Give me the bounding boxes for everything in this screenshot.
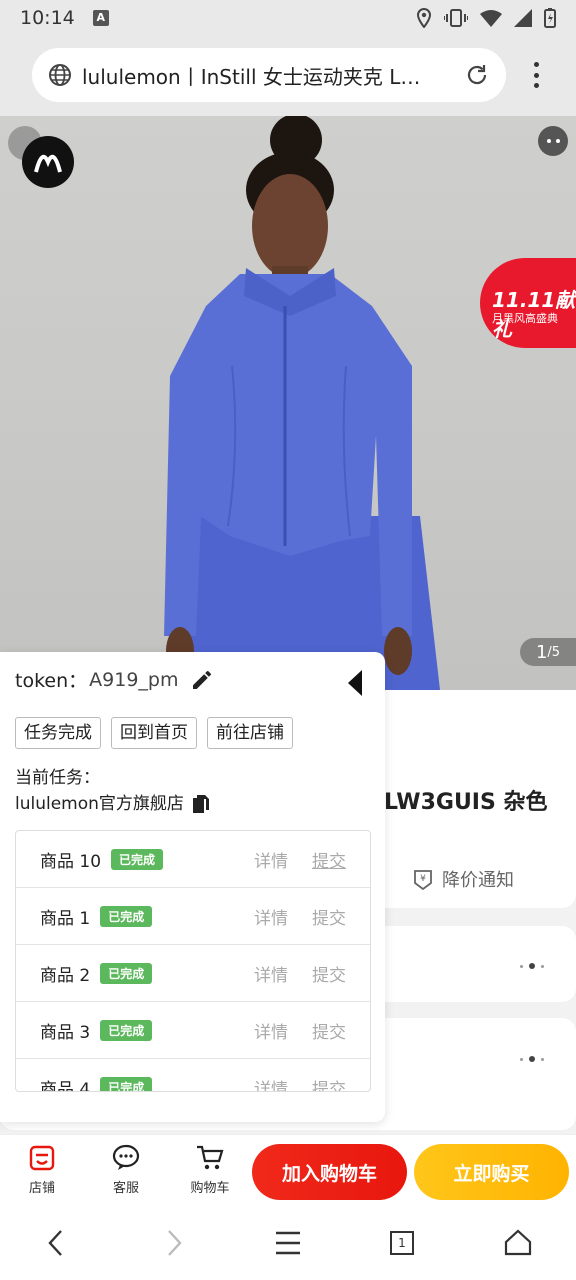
counter-total: /5 bbox=[547, 644, 561, 660]
signal-icon bbox=[514, 9, 532, 27]
list-item: 商品 10 已完成 详情 提交 bbox=[16, 831, 370, 888]
more-dots-icon[interactable] bbox=[520, 963, 544, 969]
battery-icon bbox=[544, 8, 556, 28]
token-value: A919_pm bbox=[89, 668, 179, 691]
task-panel: token： A919_pm 任务完成 回到首页 前往店铺 当前任务： lulu… bbox=[0, 652, 385, 1122]
submit-link[interactable]: 提交 bbox=[312, 961, 346, 986]
reload-icon[interactable] bbox=[464, 62, 490, 88]
current-task-label: 当前任务： bbox=[15, 768, 100, 788]
submit-link[interactable]: 提交 bbox=[312, 1075, 346, 1092]
collapse-panel-icon[interactable] bbox=[348, 670, 362, 696]
detail-link[interactable]: 详情 bbox=[254, 847, 288, 872]
promo-badge[interactable]: 11.11献礼 月黑风高盛典 bbox=[480, 258, 576, 348]
copy-icon[interactable] bbox=[192, 794, 210, 814]
cart-link-button[interactable]: 购物车 bbox=[180, 1143, 240, 1196]
more-dots-icon[interactable] bbox=[520, 1056, 544, 1062]
submit-link[interactable]: 提交 bbox=[312, 847, 346, 872]
go-store-button[interactable]: 前往店铺 bbox=[207, 717, 293, 749]
bottom-action-bar: 店铺 客服 购物车 加入购物车 立即购买 bbox=[0, 1134, 576, 1210]
task-name: 商品 10 bbox=[40, 851, 102, 872]
current-task: 当前任务： lululemon官方旗舰店 bbox=[15, 765, 210, 817]
browser-toolbar: lululemon丨InStill 女士运动夹克 L… bbox=[0, 36, 576, 116]
detail-link[interactable]: 详情 bbox=[254, 1075, 288, 1092]
tabs-button[interactable]: 1 bbox=[390, 1231, 414, 1255]
detail-link[interactable]: 详情 bbox=[254, 961, 288, 986]
detail-link[interactable]: 详情 bbox=[254, 904, 288, 929]
cart-icon bbox=[197, 1145, 224, 1170]
buy-now-button[interactable]: 立即购买 bbox=[414, 1144, 569, 1200]
status-icons bbox=[416, 8, 556, 28]
store-button[interactable]: 店铺 bbox=[12, 1143, 72, 1196]
status-time: 10:14 bbox=[20, 7, 75, 29]
price-notice-button[interactable]: ¥ 降价通知 bbox=[412, 866, 514, 892]
vibrate-icon bbox=[444, 9, 468, 27]
menu-icon[interactable] bbox=[274, 1228, 302, 1258]
back-home-button[interactable]: 回到首页 bbox=[111, 717, 197, 749]
wifi-icon bbox=[480, 10, 502, 27]
service-button[interactable]: 客服 bbox=[96, 1143, 156, 1196]
submit-link[interactable]: 提交 bbox=[312, 904, 346, 929]
detail-link[interactable]: 详情 bbox=[254, 1018, 288, 1043]
list-item: 商品 3 已完成 详情 提交 bbox=[16, 1002, 370, 1059]
address-text[interactable]: lululemon丨InStill 女士运动夹克 L… bbox=[82, 61, 456, 90]
back-icon[interactable] bbox=[44, 1228, 68, 1258]
task-name: 商品 1 bbox=[40, 908, 91, 929]
task-name: 商品 3 bbox=[40, 1022, 91, 1043]
svg-text:¥: ¥ bbox=[420, 874, 426, 884]
submit-link[interactable]: 提交 bbox=[312, 1018, 346, 1043]
image-counter: 1/5 bbox=[520, 638, 576, 666]
list-item: 商品 1 已完成 详情 提交 bbox=[16, 888, 370, 945]
address-bar[interactable]: lululemon丨InStill 女士运动夹克 L… bbox=[32, 48, 506, 102]
status-bar: 10:14 A bbox=[0, 0, 576, 36]
cart-label: 购物车 bbox=[190, 1181, 230, 1196]
edit-icon[interactable] bbox=[190, 668, 214, 692]
product-image[interactable]: 11.11献礼 月黑风高盛典 1/5 bbox=[0, 116, 576, 690]
task-name: 商品 2 bbox=[40, 965, 91, 986]
browser-menu-button[interactable] bbox=[524, 60, 548, 90]
location-icon bbox=[416, 8, 432, 28]
counter-current: 1 bbox=[535, 641, 548, 663]
model-photo bbox=[164, 116, 440, 690]
current-task-store: lululemon官方旗舰店 bbox=[15, 794, 184, 814]
service-label: 客服 bbox=[112, 1181, 139, 1196]
lululemon-logo bbox=[22, 136, 74, 188]
task-complete-button[interactable]: 任务完成 bbox=[15, 717, 101, 749]
list-item: 商品 4 已完成 详情 提交 bbox=[16, 1059, 370, 1092]
add-to-cart-button[interactable]: 加入购物车 bbox=[252, 1144, 407, 1200]
home-icon[interactable] bbox=[504, 1228, 532, 1256]
status-badge: 已完成 bbox=[100, 962, 153, 984]
status-badge: 已完成 bbox=[100, 905, 153, 927]
token-label: token： bbox=[15, 670, 88, 692]
globe-icon bbox=[49, 64, 71, 86]
panel-buttons: 任务完成 回到首页 前往店铺 bbox=[15, 717, 293, 749]
promo-sub-text: 月黑风高盛典 bbox=[492, 312, 558, 325]
more-options-button[interactable] bbox=[538, 126, 568, 156]
browser-nav-bar: 1 bbox=[0, 1210, 576, 1280]
list-item: 商品 2 已完成 详情 提交 bbox=[16, 945, 370, 1002]
status-badge: 已完成 bbox=[100, 1019, 153, 1041]
price-notice-label: 降价通知 bbox=[442, 870, 514, 891]
task-list: 商品 10 已完成 详情 提交 商品 1 已完成 详情 提交 商品 2 已完成 … bbox=[15, 830, 371, 1092]
product-title: LW3GUIS 杂色 bbox=[384, 790, 548, 815]
status-badge: 已完成 bbox=[100, 1076, 153, 1091]
store-label: 店铺 bbox=[28, 1181, 55, 1196]
price-tag-icon: ¥ bbox=[414, 870, 432, 891]
task-name: 商品 4 bbox=[40, 1079, 91, 1092]
token-row: token： A919_pm bbox=[15, 666, 214, 693]
status-badge: 已完成 bbox=[111, 848, 164, 870]
store-icon bbox=[29, 1145, 55, 1171]
forward-icon[interactable] bbox=[162, 1228, 186, 1258]
chat-icon bbox=[112, 1144, 140, 1170]
notification-icon: A bbox=[92, 10, 109, 26]
